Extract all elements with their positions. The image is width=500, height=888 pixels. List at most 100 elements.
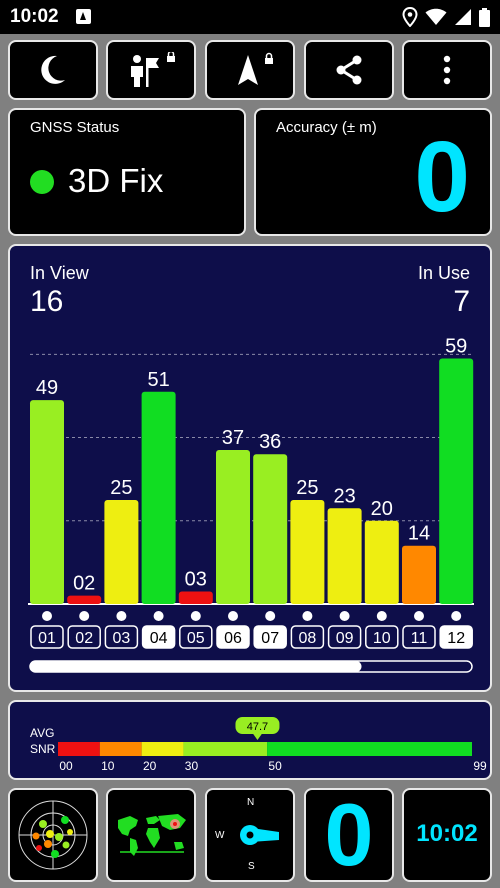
accuracy-label: Accuracy (± m)	[276, 119, 377, 136]
snr-tick-label: 00	[59, 759, 73, 773]
notification-icon	[76, 9, 91, 24]
signal-bar	[439, 358, 474, 604]
satellite-bar-chart: 49 01 02 02 25 03 51 04 03 05 37 06 36 07 25 08 23 09 20 10…	[28, 335, 474, 673]
chart-scrollbar-thumb[interactable]	[30, 661, 362, 672]
satellite-dot-icon	[190, 611, 201, 621]
bottom-accuracy-value: 0	[324, 785, 374, 884]
snr-scale: 00 10 20 30 50 99 47.7	[58, 717, 487, 773]
signal-bar	[253, 454, 288, 604]
battery-icon	[479, 7, 490, 27]
navigation-arrow-icon	[238, 52, 273, 85]
compass-needle-icon	[240, 825, 279, 845]
satellite-dot-icon	[42, 611, 52, 621]
snr-tick-label: 50	[268, 759, 282, 773]
location-person-icon	[131, 52, 175, 87]
world-map-button[interactable]	[106, 788, 196, 882]
bar-value-label: 20	[371, 498, 393, 520]
signal-bar	[104, 499, 139, 604]
bar-value-label: 23	[333, 485, 355, 507]
satellite-id-label: 05	[187, 630, 205, 647]
signal-bar	[327, 508, 362, 604]
satellite-dot-icon	[79, 611, 90, 621]
bar-value-label: 03	[185, 569, 207, 591]
wifi-icon	[425, 8, 447, 25]
satellite-id-label: 11	[411, 630, 428, 647]
satellite-signal-panel: In View 16 In Use 7 49 01 02 02 25 03 51 04 03 05…	[8, 244, 492, 692]
signal-bar	[178, 591, 213, 604]
satellite-id-label: 02	[75, 630, 93, 647]
satellite-dot-icon	[414, 611, 424, 621]
night-mode-button[interactable]	[8, 40, 98, 100]
fix-indicator-icon	[30, 170, 54, 194]
signal-bar	[30, 400, 64, 604]
location-access-button[interactable]	[106, 40, 196, 100]
satellite-id-label: 01	[38, 630, 56, 647]
signal-bar	[216, 450, 250, 604]
snr-tick-label: 10	[101, 759, 115, 773]
satellite-id-label: 12	[447, 630, 465, 647]
bar-value-label: 36	[259, 431, 281, 453]
satellite-dot-icon	[116, 611, 127, 621]
snr-tick-label: 20	[143, 759, 157, 773]
bar-value-label: 02	[73, 573, 95, 595]
clock-display: 10:02	[402, 788, 492, 882]
satellite-id-label: 06	[224, 630, 242, 647]
status-time: 10:02	[10, 6, 59, 27]
gnss-fix-value: 3D Fix	[68, 162, 164, 199]
status-icons	[402, 7, 490, 27]
status-bar: 10:02	[0, 0, 500, 34]
accuracy-panel: Accuracy (± m) 0	[254, 108, 492, 236]
sky-view-button[interactable]	[8, 788, 98, 882]
snr-segment	[267, 742, 472, 756]
bar-value-label: 49	[36, 377, 58, 399]
satellite-id-label: 07	[261, 630, 279, 647]
signal-bar	[402, 545, 436, 604]
satellite-dot-icon	[302, 611, 313, 621]
location-icon	[402, 7, 418, 27]
signal-bar	[290, 499, 325, 604]
accuracy-shortcut[interactable]: 0	[304, 785, 394, 884]
snr-segment	[58, 742, 100, 756]
world-map-icon	[118, 814, 186, 856]
accuracy-value: 0	[414, 121, 470, 233]
clock-value: 10:02	[416, 820, 478, 847]
navigation-button[interactable]	[205, 40, 295, 100]
satellite-dot-icon	[153, 611, 164, 621]
satellite-dot-icon	[265, 611, 276, 621]
bar-value-label: 25	[296, 477, 318, 499]
satellite-dot-icon	[376, 611, 387, 621]
snr-segment	[183, 742, 268, 756]
satellite-dot-icon	[228, 611, 238, 621]
satellite-id-label: 09	[336, 630, 354, 647]
more-options-button[interactable]	[402, 40, 492, 100]
snr-avg-pointer	[252, 733, 263, 740]
snr-segment	[99, 742, 142, 756]
snr-avg-value: 47.7	[247, 721, 268, 733]
gnss-status-panel: GNSS Status 3D Fix	[8, 108, 246, 236]
signal-icon	[455, 9, 471, 25]
bar-value-label: 51	[147, 369, 169, 391]
bar-value-label: 59	[445, 335, 467, 357]
satellite-id-label: 04	[150, 630, 168, 647]
satellite-dot-icon	[339, 611, 350, 621]
signal-bar	[141, 391, 176, 604]
snr-segment	[141, 742, 184, 756]
avg-snr-panel: AVG SNR 00 10 20 30 50 99 47.7	[8, 700, 492, 780]
bar-value-label: 37	[222, 427, 244, 449]
snr-tick-label: 30	[185, 759, 199, 773]
moon-icon	[41, 55, 65, 84]
signal-bar	[364, 520, 399, 604]
share-icon	[336, 55, 362, 85]
bar-value-label: 25	[110, 477, 132, 499]
bar-value-label: 14	[408, 523, 430, 545]
more-vert-icon	[443, 55, 451, 85]
satellite-id-label: 08	[299, 630, 317, 647]
signal-bar	[67, 595, 102, 604]
snr-tick-label: 99	[473, 759, 487, 773]
satellite-dot-icon	[451, 611, 462, 621]
share-button[interactable]	[304, 40, 394, 100]
satellite-id-label: 03	[113, 630, 131, 647]
gnss-status-label: GNSS Status	[30, 119, 120, 136]
compass-button[interactable]: N W S	[205, 788, 295, 882]
sky-view-icon	[18, 800, 88, 870]
